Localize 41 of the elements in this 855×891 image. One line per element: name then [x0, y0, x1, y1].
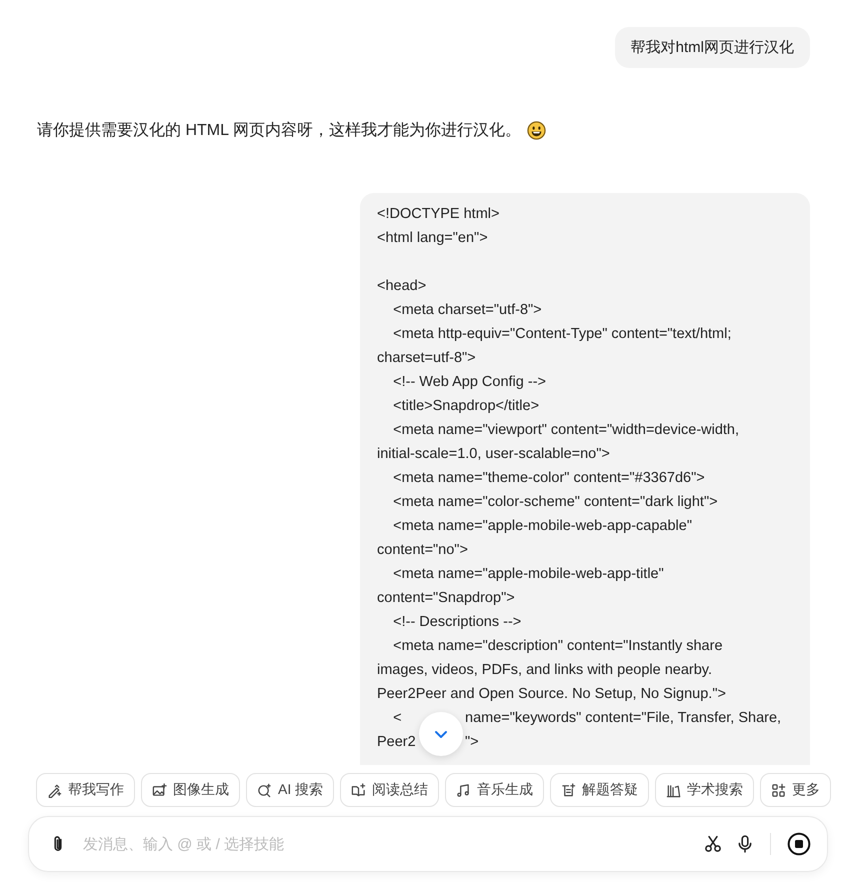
- code-line: <!DOCTYPE html>: [377, 205, 500, 224]
- microphone-icon[interactable]: [736, 835, 754, 853]
- book-icon: [351, 782, 366, 798]
- document-icon: [561, 782, 576, 798]
- grid-icon: [771, 782, 786, 798]
- skill-chip[interactable]: 音乐生成: [445, 773, 544, 807]
- code-line: <html lang="en">: [377, 229, 489, 248]
- code-line: <meta name="color-scheme" content="dark light">: [392, 493, 719, 512]
- assistant-message: 请你提供需要汉化的 HTML 网页内容呀，这样我才能为你进行汉化。: [37, 120, 521, 141]
- code-line: <meta name="apple-mobile-web-app-title" content="Snapdrop">: [377, 565, 665, 608]
- skill-chip[interactable]: 学术搜索: [655, 773, 754, 807]
- scissors-icon[interactable]: [704, 835, 722, 853]
- code-line: <meta name="apple-mobile-web-app-capable" content="no">: [377, 517, 693, 560]
- composer-bar[interactable]: 发消息、输入 @ 或 / 选择技能: [28, 816, 828, 872]
- code-text: <: [392, 709, 402, 728]
- code-line: <meta charset="utf-8">: [392, 301, 543, 320]
- code-text: Peer2: [377, 733, 416, 752]
- code-line: <meta http-equiv="Content-Type" content="text/html; charset=utf-8">: [377, 325, 732, 368]
- books-icon: [666, 782, 682, 798]
- code-line: <!-- Web App Config -->: [392, 373, 547, 392]
- music-note-icon: [456, 782, 472, 798]
- code-line: <meta name="viewport" content="width=device-width, initial-scale=1.0, user-scalable=no">: [377, 421, 740, 464]
- code-line: <!-- Descriptions -->: [392, 613, 522, 632]
- skill-chip[interactable]: 帮我写作: [36, 773, 135, 807]
- code-line: <head>: [377, 277, 428, 296]
- skill-chip[interactable]: 更多: [760, 773, 832, 807]
- code-line: <meta name="theme-color" content="#3367d6">: [392, 469, 706, 488]
- code-line: <title>Snapdrop</title>: [392, 397, 540, 416]
- user-message: 帮我对html网页进行汉化: [614, 27, 810, 68]
- skill-chip[interactable]: 阅读总结: [340, 773, 440, 807]
- code-text: ">: [465, 733, 479, 752]
- stop-icon: [787, 832, 811, 856]
- stop-button[interactable]: [787, 832, 811, 856]
- message-input[interactable]: 发消息、输入 @ 或 / 选择技能: [81, 834, 690, 854]
- code-text: name="keywords" content="File, Transfer, Share,: [465, 709, 782, 728]
- image-icon: [152, 782, 167, 798]
- search-icon: [257, 782, 272, 798]
- skill-chip[interactable]: 图像生成: [141, 773, 240, 807]
- skill-chip[interactable]: 解题答疑: [550, 773, 650, 807]
- skill-chip[interactable]: AI 搜索: [246, 773, 334, 807]
- pen-icon: [47, 782, 62, 798]
